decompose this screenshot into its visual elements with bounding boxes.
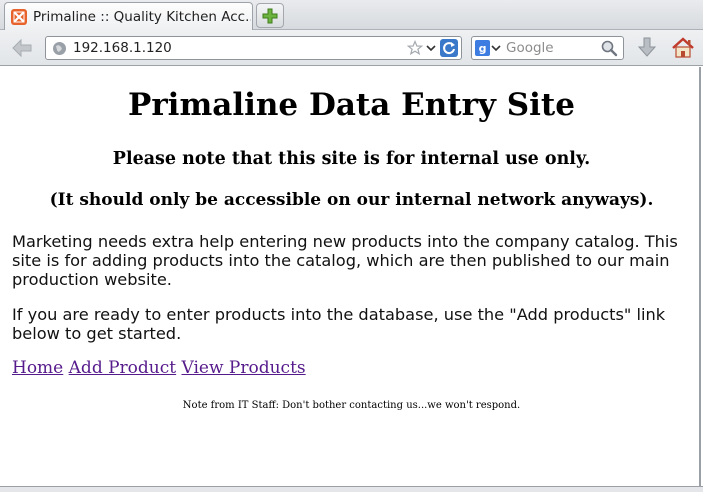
address-bar[interactable]: 192.168.1.120	[45, 36, 462, 60]
plus-icon	[262, 8, 278, 23]
download-arrow-icon	[637, 37, 657, 57]
add-product-link[interactable]: Add Product	[69, 358, 176, 378]
history-dropdown-icon[interactable]	[425, 40, 437, 56]
home-button[interactable]	[669, 35, 697, 61]
tab-strip: Primaline :: Quality Kitchen Acc...	[0, 0, 703, 30]
internal-use-notice: Please note that this site is for intern…	[112, 149, 591, 169]
navigation-toolbar: 192.168.1.120 g	[0, 30, 703, 66]
nav-links: Home Add Product View Products	[12, 358, 306, 378]
url-text[interactable]: 192.168.1.120	[73, 40, 407, 56]
view-products-link[interactable]: View Products	[182, 358, 306, 378]
search-input[interactable]	[506, 40, 598, 56]
search-bar[interactable]: g	[471, 36, 624, 60]
back-button[interactable]	[8, 36, 36, 60]
engine-dropdown-icon[interactable]	[490, 44, 502, 52]
it-staff-note: Note from IT Staff: Don't bother contact…	[182, 400, 521, 411]
back-arrow-icon	[12, 38, 32, 58]
site-favicon-icon	[11, 8, 27, 25]
magnifier-icon[interactable]	[600, 39, 618, 57]
browser-tab[interactable]: Primaline :: Quality Kitchen Acc...	[4, 2, 253, 30]
home-link[interactable]: Home	[12, 358, 63, 378]
tab-title: Primaline :: Quality Kitchen Acc...	[33, 8, 251, 25]
page-title: Primaline Data Entry Site	[128, 87, 575, 123]
globe-icon	[52, 41, 67, 56]
home-icon	[672, 37, 694, 58]
search-engine-icon[interactable]: g	[475, 40, 490, 56]
downloads-button[interactable]	[635, 35, 659, 61]
bookmark-star-icon[interactable]	[407, 40, 423, 56]
intro-paragraph: Marketing needs extra help entering new …	[12, 232, 678, 289]
network-notice: (It should only be accessible on our int…	[49, 190, 654, 210]
new-tab-button[interactable]	[256, 3, 284, 28]
window-bottom-border	[0, 486, 703, 492]
reload-icon[interactable]	[439, 38, 459, 58]
page-content: Primaline Data Entry Site Please note th…	[0, 67, 701, 486]
instructions-paragraph: If you are ready to enter products into …	[12, 305, 666, 343]
